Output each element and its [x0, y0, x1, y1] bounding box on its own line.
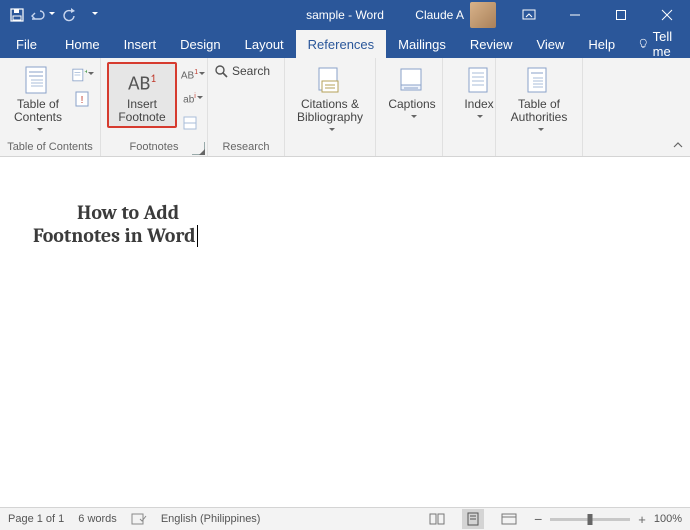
tab-references[interactable]: References	[296, 30, 386, 58]
tab-help[interactable]: Help	[576, 30, 627, 58]
group-label-research: Research	[208, 140, 284, 156]
zoom-slider[interactable]	[550, 518, 630, 521]
status-bar: Page 1 of 1 6 words English (Philippines…	[0, 507, 690, 530]
read-mode-icon[interactable]	[426, 509, 448, 529]
search-icon	[214, 64, 228, 78]
tab-review[interactable]: Review	[458, 30, 525, 58]
text-cursor	[197, 225, 198, 247]
footnotes-dialog-launcher[interactable]	[192, 142, 205, 155]
tell-me-button[interactable]: Tell me	[627, 30, 690, 58]
language-status[interactable]: English (Philippines)	[161, 513, 261, 525]
tab-layout[interactable]: Layout	[233, 30, 296, 58]
add-text-button[interactable]: +	[72, 64, 94, 86]
toa-icon	[523, 64, 555, 96]
print-layout-icon[interactable]	[462, 509, 484, 529]
window-title: sample - Word	[306, 8, 384, 22]
update-table-button[interactable]: !	[72, 88, 94, 110]
ribbon-tabs: File Home Insert Design Layout Reference…	[0, 30, 690, 58]
captions-button[interactable]: Captions	[382, 62, 442, 124]
zoom-out-button[interactable]: −	[534, 511, 542, 527]
title-bar: sample - Word Claude A	[0, 0, 690, 30]
search-button[interactable]: Search	[214, 64, 270, 78]
zoom-level[interactable]: 100%	[654, 513, 682, 525]
tab-home[interactable]: Home	[53, 30, 112, 58]
citations-bibliography-button[interactable]: Citations & Bibliography	[291, 62, 369, 137]
svg-text:!: !	[81, 95, 84, 106]
tab-design[interactable]: Design	[168, 30, 232, 58]
close-icon[interactable]	[644, 0, 690, 30]
account-button[interactable]: Claude A	[405, 2, 506, 28]
insert-footnote-icon: AB1	[126, 66, 158, 96]
tab-view[interactable]: View	[524, 30, 576, 58]
insert-footnote-button[interactable]: AB1 Insert Footnote	[107, 62, 177, 128]
tab-insert[interactable]: Insert	[112, 30, 169, 58]
insert-endnote-button[interactable]: AB1	[179, 64, 207, 86]
maximize-icon[interactable]	[598, 0, 644, 30]
undo-icon[interactable]	[30, 0, 56, 30]
svg-text:+: +	[85, 68, 88, 75]
tab-mailings[interactable]: Mailings	[386, 30, 458, 58]
collapse-ribbon-icon[interactable]	[672, 140, 684, 150]
table-of-contents-button[interactable]: Table of Contents	[6, 62, 70, 137]
toc-icon	[22, 64, 54, 96]
ribbon-options-icon[interactable]	[506, 0, 552, 30]
group-label-footnotes: Footnotes	[101, 140, 207, 156]
zoom-in-button[interactable]: +	[638, 512, 646, 527]
group-label-toc: Table of Contents	[0, 140, 100, 156]
redo-icon[interactable]	[56, 0, 82, 30]
captions-icon	[396, 64, 428, 96]
ribbon: Table of Contents + ! Table of Contents …	[0, 58, 690, 157]
show-notes-button[interactable]	[179, 112, 201, 134]
word-count[interactable]: 6 words	[78, 513, 117, 525]
lightbulb-icon	[639, 35, 648, 53]
next-footnote-button[interactable]: abi	[179, 88, 207, 110]
tab-file[interactable]: File	[0, 30, 53, 58]
citations-icon	[314, 64, 346, 96]
document-area[interactable]: How to Add Footnotes in Word	[3, 157, 687, 508]
minimize-icon[interactable]	[552, 0, 598, 30]
index-icon	[463, 64, 495, 96]
document-text: How to Add Footnotes in Word	[33, 201, 198, 247]
page-status[interactable]: Page 1 of 1	[8, 513, 64, 525]
spellcheck-icon[interactable]	[131, 512, 147, 526]
user-name: Claude A	[415, 8, 464, 22]
table-of-authorities-button[interactable]: Table of Authorities	[502, 62, 576, 137]
avatar	[470, 2, 496, 28]
save-icon[interactable]	[4, 0, 30, 30]
web-layout-icon[interactable]	[498, 509, 520, 529]
qat-customize-icon[interactable]	[82, 0, 108, 30]
